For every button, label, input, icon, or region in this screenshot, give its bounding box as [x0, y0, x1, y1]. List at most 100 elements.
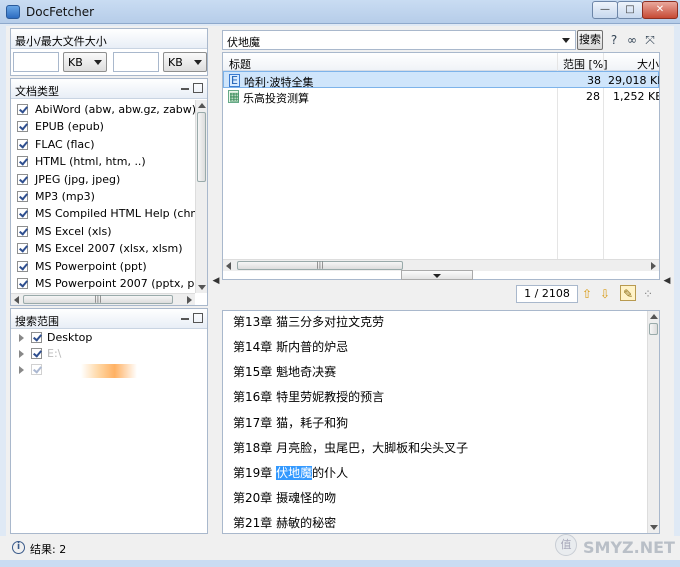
scroll-thumb[interactable] [197, 112, 206, 182]
doc-types-panel: 文档类型 AbiWord (abw, abw.gz, zabw) EPUB (e… [10, 78, 208, 306]
results-header: 标题 范围 [%] 大小 [223, 53, 659, 71]
expand-arrow-icon[interactable] [19, 350, 24, 358]
collapse-results-handle[interactable] [401, 270, 473, 280]
search-scope-panel: 搜索范围 Desktop E:\ [10, 308, 208, 534]
scope-tree: Desktop E:\ [11, 330, 207, 378]
doc-type-item[interactable]: MS Compiled HTML Help (chm) [11, 205, 195, 222]
doc-type-item[interactable]: EPUB (epub) [11, 118, 195, 135]
checkbox[interactable] [31, 332, 42, 343]
doc-type-item[interactable]: JPEG (jpg, jpeg) [11, 171, 195, 188]
doc-type-label: MS Powerpoint (ppt) [35, 259, 147, 273]
checkbox[interactable] [17, 156, 28, 168]
scroll-right-icon[interactable] [187, 296, 192, 304]
max-size-unit-dropdown[interactable]: KB [163, 52, 207, 72]
scroll-up-icon[interactable] [198, 103, 206, 108]
preview-line: 第20章 摄魂怪的吻 [233, 491, 337, 505]
window-title: DocFetcher [26, 5, 95, 19]
scroll-down-icon[interactable] [198, 285, 206, 290]
col-title[interactable]: 标题 [229, 56, 251, 72]
collapse-right-arrow-icon[interactable]: ◀ [662, 266, 672, 296]
checkbox[interactable] [17, 277, 28, 289]
close-button[interactable]: ✕ [642, 1, 678, 19]
view-mode-icon[interactable]: ⁘ [640, 286, 656, 302]
max-size-input-box[interactable] [113, 52, 159, 72]
checkbox[interactable] [17, 243, 28, 255]
checkbox[interactable] [17, 190, 28, 202]
search-scope-title: 搜索范围 [15, 315, 59, 328]
chevron-down-icon [94, 60, 102, 65]
scroll-thumb[interactable]: ||| [237, 261, 403, 270]
info-icon: i [12, 541, 25, 554]
scope-tree-item[interactable] [11, 362, 207, 378]
scope-tree-item[interactable]: Desktop [11, 330, 207, 346]
scroll-down-icon[interactable] [650, 525, 658, 530]
collapse-left-arrow-icon[interactable]: ◀ [211, 266, 221, 296]
preview-vscrollbar[interactable] [647, 311, 659, 533]
doc-type-label: EPUB (epub) [35, 120, 104, 134]
doc-types-vscrollbar[interactable] [195, 100, 207, 293]
min-size-unit-dropdown[interactable]: KB [63, 52, 107, 72]
checkbox[interactable] [17, 208, 28, 220]
scroll-left-icon[interactable] [226, 262, 231, 270]
search-input[interactable]: 伏地魔 [222, 30, 576, 50]
doc-type-item[interactable]: MP3 (mp3) [11, 188, 195, 205]
doc-types-title: 文档类型 [15, 85, 59, 98]
minimize-panel-icon[interactable] [181, 83, 189, 90]
result-title: 乐高投资测算 [243, 92, 309, 105]
highlight-toggle-icon[interactable]: ✎ [620, 285, 636, 301]
minimize-panel-icon[interactable] [181, 313, 189, 320]
checkbox[interactable] [31, 364, 42, 375]
arrow-down-icon[interactable]: ⇩ [597, 286, 613, 302]
maximize-view-icon[interactable]: ⤧ [642, 32, 658, 48]
scroll-up-icon[interactable] [650, 314, 658, 319]
chevron-down-icon[interactable] [562, 38, 570, 43]
checkbox[interactable] [17, 225, 28, 237]
title-bar: DocFetcher — □ ✕ [0, 0, 680, 24]
doc-type-label: HTML (html, htm, ..) [35, 155, 146, 169]
checkbox[interactable] [17, 173, 28, 185]
scope-item-label: E:\ [47, 347, 62, 360]
checkbox[interactable] [17, 121, 28, 133]
minimize-button[interactable]: — [592, 1, 618, 19]
scroll-right-icon[interactable] [651, 262, 656, 270]
scroll-thumb[interactable]: ||| [23, 295, 173, 304]
scope-tree-item[interactable]: E:\ [11, 346, 207, 362]
table-row[interactable]: ▦ 乐高投资测算 28 1,252 KB [223, 88, 659, 105]
result-size: 29,018 KB [608, 74, 660, 87]
doc-type-item[interactable]: MS Powerpoint 2007 (pptx, pptm) [11, 275, 195, 292]
help-icon[interactable]: ? [606, 32, 622, 48]
spreadsheet-file-icon: ▦ [228, 90, 240, 103]
min-size-input-box[interactable] [13, 52, 59, 72]
checkbox[interactable] [17, 260, 28, 272]
arrow-up-icon[interactable]: ⇧ [579, 286, 595, 302]
scroll-thumb[interactable] [649, 323, 658, 335]
search-button[interactable]: 搜索 [577, 30, 603, 50]
link-icon[interactable]: ∞ [624, 32, 640, 48]
table-row[interactable]: E 哈利·波特全集 38 29,018 KB [223, 71, 660, 89]
maximize-panel-icon[interactable] [193, 83, 203, 93]
doc-types-hscrollbar[interactable]: ||| [11, 293, 195, 305]
checkbox[interactable] [17, 138, 28, 150]
checkbox[interactable] [17, 104, 28, 115]
doc-type-item[interactable]: AbiWord (abw, abw.gz, zabw) [11, 101, 195, 118]
col-size[interactable]: 大小 [637, 56, 659, 72]
app-icon [6, 5, 20, 19]
scroll-left-icon[interactable] [14, 296, 19, 304]
maximize-panel-icon[interactable] [193, 313, 203, 323]
expand-arrow-icon[interactable] [19, 334, 24, 342]
maximize-button[interactable]: □ [617, 1, 643, 19]
preview-line: 第19章 伏地魔的仆人 [233, 466, 349, 480]
doc-type-label: FLAC (flac) [35, 137, 95, 151]
doc-type-label: MS Compiled HTML Help (chm) [35, 207, 195, 221]
expand-arrow-icon[interactable] [19, 366, 24, 374]
doc-type-item[interactable]: MS Excel (xls) [11, 223, 195, 240]
checkbox[interactable] [31, 348, 42, 359]
col-score[interactable]: 范围 [%] [563, 56, 608, 72]
doc-type-item[interactable]: HTML (html, htm, ..) [11, 153, 195, 170]
doc-type-item[interactable]: MS Powerpoint (ppt) [11, 258, 195, 275]
doc-type-item[interactable]: MS Excel 2007 (xlsx, xlsm) [11, 240, 195, 257]
doc-type-item[interactable]: FLAC (flac) [11, 136, 195, 153]
doc-type-label: MS Excel (xls) [35, 224, 112, 238]
size-filter-body: KB KB [10, 49, 208, 76]
min-size-unit-text: KB [68, 56, 83, 69]
